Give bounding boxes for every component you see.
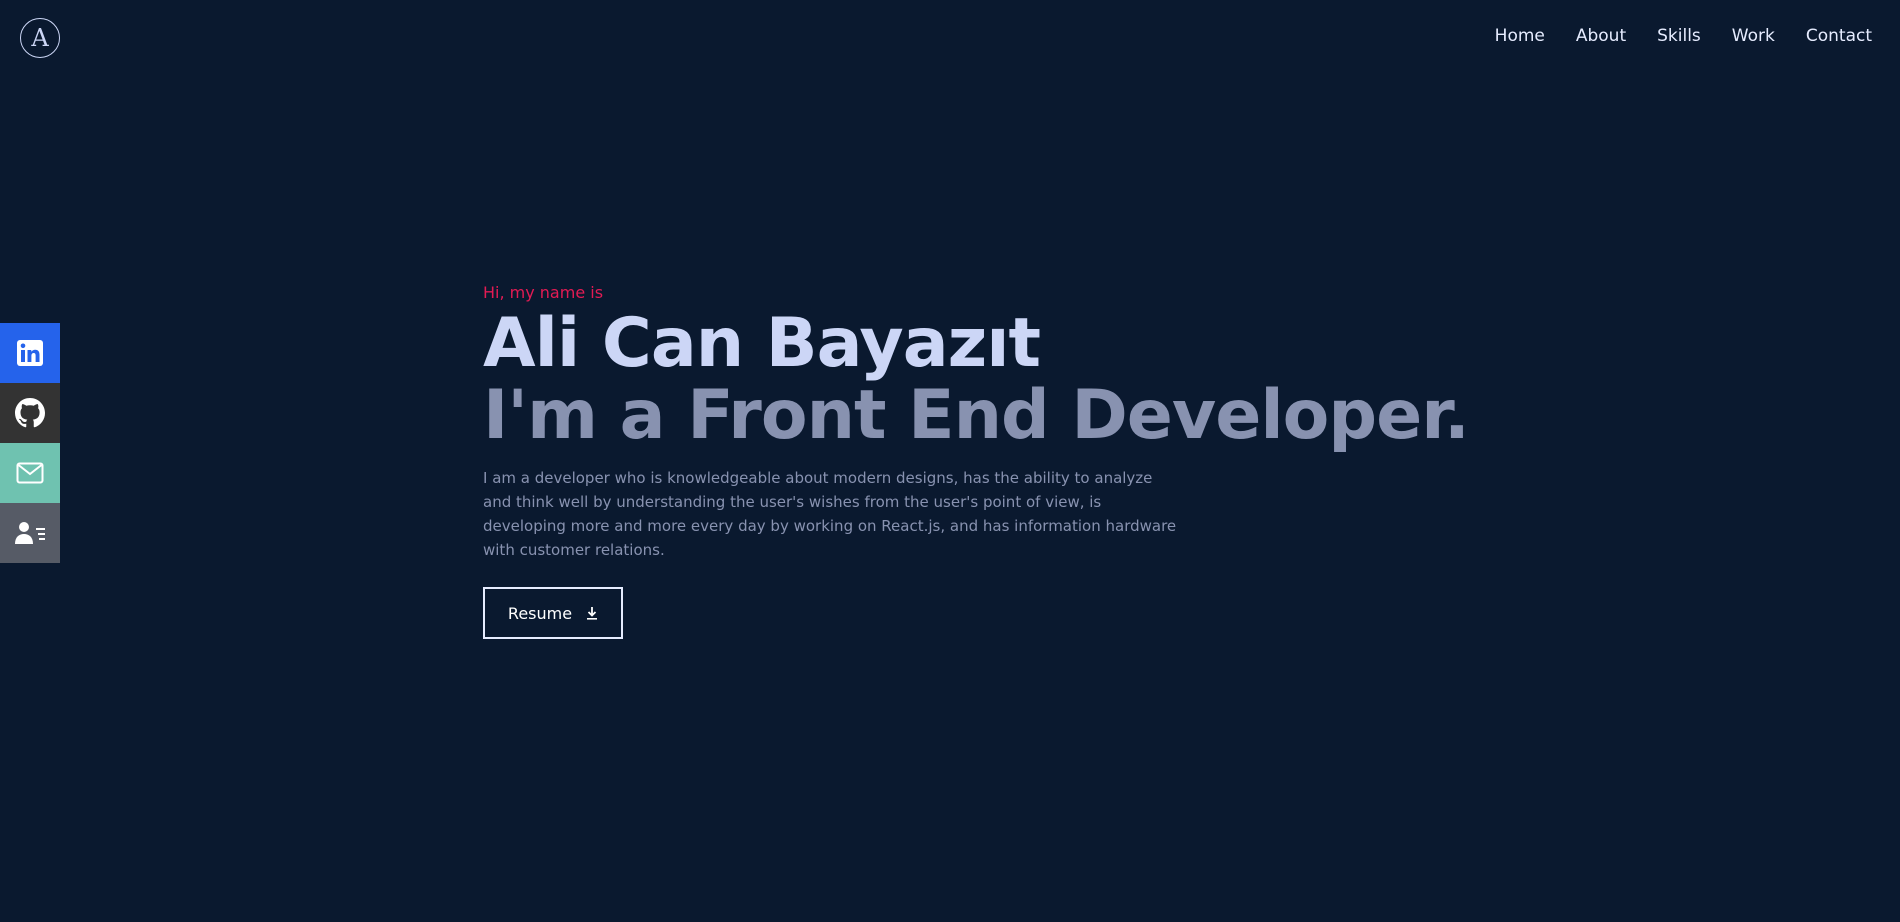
- download-icon: [587, 607, 598, 620]
- hero-section: Hi, my name is Ali Can Bayazıt I'm a Fro…: [483, 280, 1483, 639]
- mail-icon: [16, 462, 44, 484]
- main-nav: Home About Skills Work Contact: [1464, 26, 1872, 46]
- resume-button[interactable]: Resume: [483, 587, 623, 639]
- github-icon: [15, 398, 45, 428]
- nav-skills[interactable]: Skills: [1657, 26, 1701, 46]
- social-mail[interactable]: [0, 443, 60, 503]
- social-github[interactable]: [0, 383, 60, 443]
- nav-home[interactable]: Home: [1495, 26, 1545, 46]
- hero-role: I'm a Front End Developer.: [483, 376, 1470, 455]
- hero-greeting: Hi, my name is: [483, 283, 604, 302]
- nav-work[interactable]: Work: [1732, 26, 1775, 46]
- contact-card-icon: [15, 522, 45, 544]
- social-sidebar: [0, 323, 60, 563]
- logo-letter: A: [31, 24, 49, 52]
- resume-label: Resume: [507, 603, 573, 623]
- social-linkedin[interactable]: [0, 323, 60, 383]
- hero-name: Ali Can Bayazıt: [483, 304, 1041, 383]
- social-contact[interactable]: [0, 503, 60, 563]
- nav-about[interactable]: About: [1576, 26, 1626, 46]
- nav-contact[interactable]: Contact: [1806, 26, 1872, 46]
- hero-description: I am a developer who is knowledgeable ab…: [483, 469, 1177, 559]
- logo[interactable]: A: [20, 18, 60, 58]
- linkedin-icon: [17, 340, 43, 366]
